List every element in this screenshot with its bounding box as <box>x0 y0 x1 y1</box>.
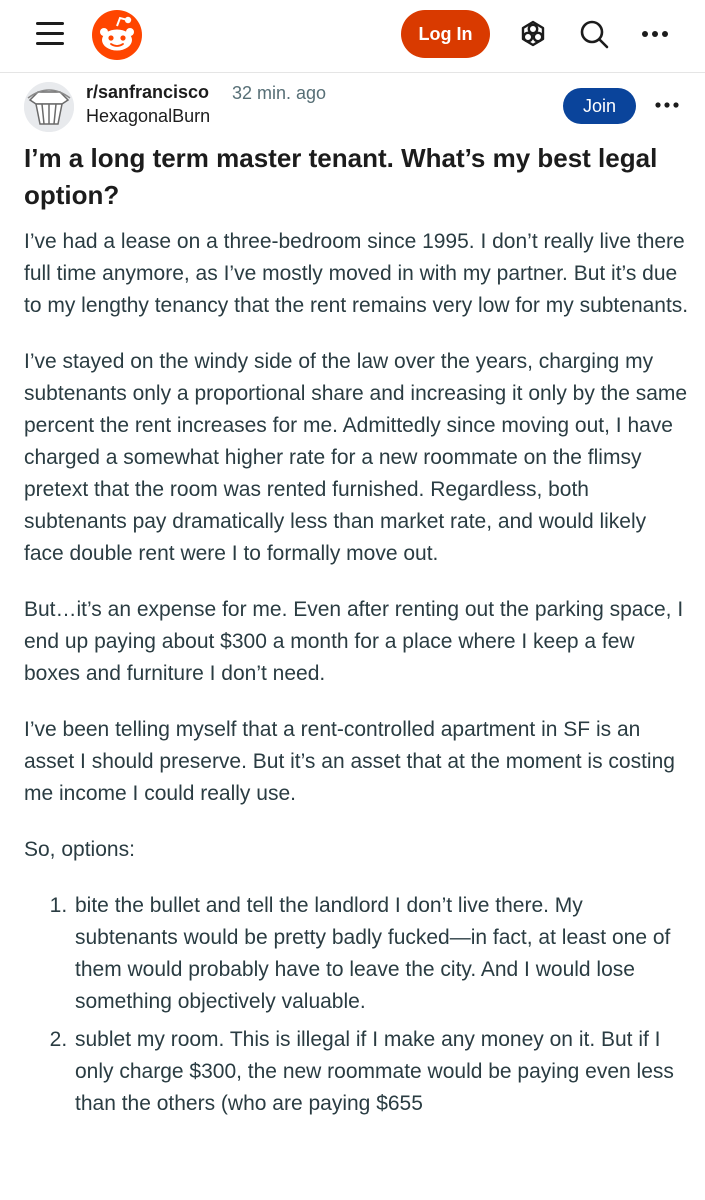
post-paragraph: But…it’s an expense for me. Even after r… <box>24 598 684 685</box>
post-header: r/sanfrancisco 32 min. ago HexagonalBurn… <box>0 72 705 136</box>
post-paragraph: I’ve stayed on the windy side of the law… <box>24 350 688 565</box>
post-body: I’ve had a lease on a three-bedroom sinc… <box>24 226 689 1126</box>
search-icon[interactable] <box>576 16 612 52</box>
post-paragraph: So, options: <box>24 838 135 861</box>
join-button[interactable]: Join <box>563 88 636 124</box>
post-timestamp: 32 min. ago <box>232 83 327 103</box>
option-item: bite the bullet and tell the landlord I … <box>73 890 689 1018</box>
post-more-options-icon[interactable] <box>652 90 682 120</box>
subreddit-name-link[interactable]: r/sanfrancisco <box>86 82 209 103</box>
login-button[interactable]: Log In <box>401 10 490 58</box>
popular-icon[interactable] <box>515 16 551 52</box>
post-paragraph: I’ve been telling myself that a rent-con… <box>24 718 675 805</box>
post-title[interactable]: I’m a long term master tenant. What’s my… <box>24 140 684 214</box>
post-author-link[interactable]: HexagonalBurn <box>86 106 210 127</box>
top-navigation-bar: Log In <box>0 0 705 73</box>
post-paragraph: I’ve had a lease on a three-bedroom sinc… <box>24 230 689 317</box>
option-item: sublet my room. This is illegal if I mak… <box>73 1024 689 1120</box>
subreddit-avatar[interactable] <box>24 82 74 132</box>
more-options-icon[interactable] <box>637 16 673 52</box>
hamburger-menu-icon[interactable] <box>36 22 64 46</box>
options-list: bite the bullet and tell the landlord I … <box>24 890 689 1120</box>
reddit-logo[interactable] <box>92 10 142 60</box>
